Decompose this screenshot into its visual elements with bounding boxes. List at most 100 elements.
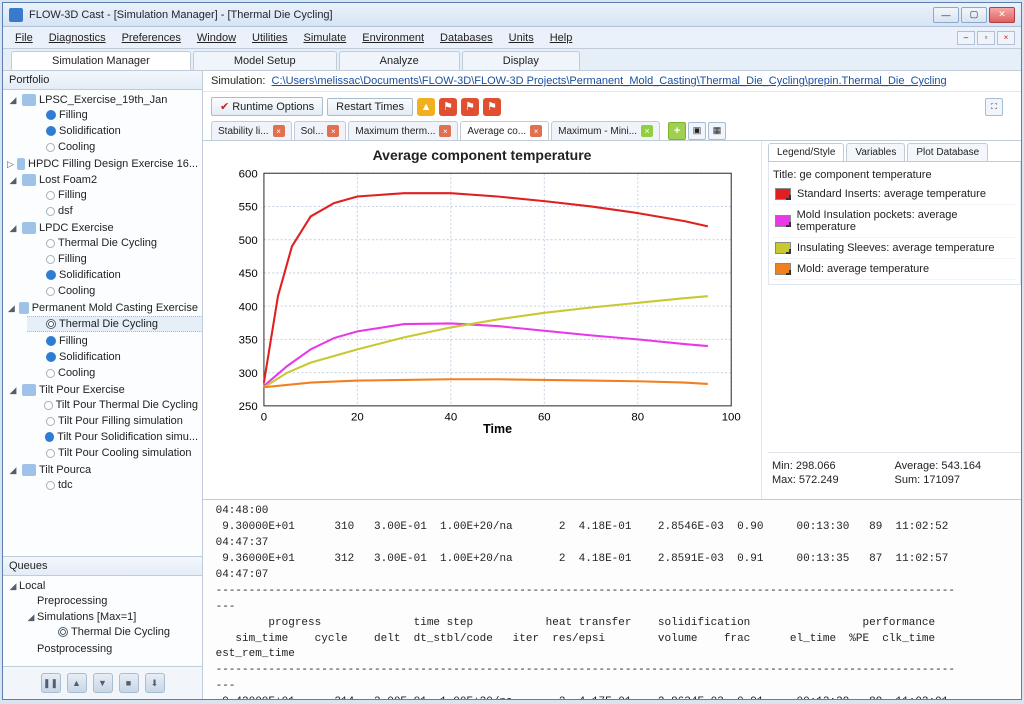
download-button[interactable]: ⬇: [145, 673, 165, 693]
menu-units[interactable]: Units: [501, 30, 542, 46]
tree-item[interactable]: Thermal Die Cycling: [27, 316, 202, 332]
svg-text:600: 600: [239, 168, 258, 180]
tree-item[interactable]: tdc: [27, 478, 202, 492]
tree-folder[interactable]: ◢Tilt Pour Exercise: [3, 383, 202, 397]
move-down-button[interactable]: ▼: [93, 673, 113, 693]
tree-folder[interactable]: ▷HPDC Filling Design Exercise 16...: [3, 157, 202, 171]
folder-icon: [22, 222, 36, 234]
tab-legend-style[interactable]: Legend/Style: [768, 143, 844, 161]
chart-tab-sol[interactable]: Sol...×: [294, 121, 347, 140]
queue-item[interactable]: Postprocessing: [21, 642, 202, 656]
mdi-close-button[interactable]: ×: [997, 31, 1015, 45]
legend-title-value: ge component temperature: [800, 169, 932, 181]
tab-plot-database[interactable]: Plot Database: [907, 143, 988, 161]
menu-diagnostics[interactable]: Diagnostics: [41, 30, 114, 46]
status-icon: [46, 319, 56, 329]
portfolio-tree[interactable]: ◢LPSC_Exercise_19th_JanFillingSolidifica…: [3, 90, 202, 556]
menu-environment[interactable]: Environment: [354, 30, 432, 46]
simulation-path-link[interactable]: C:\Users\melissac\Documents\FLOW-3D\FLOW…: [272, 75, 947, 87]
status-icon: [46, 191, 55, 200]
tree-item[interactable]: Thermal Die Cycling: [27, 236, 202, 250]
tree-item[interactable]: Tilt Pour Solidification simu...: [27, 430, 202, 444]
close-icon[interactable]: ×: [327, 125, 339, 137]
tree-folder[interactable]: ◢LPSC_Exercise_19th_Jan: [3, 93, 202, 107]
mdi-restore-button[interactable]: ▫: [977, 31, 995, 45]
chart-tab-stability[interactable]: Stability li...×: [211, 121, 292, 140]
menu-help[interactable]: Help: [542, 30, 581, 46]
svg-text:20: 20: [351, 411, 364, 423]
legend-item[interactable]: Mold: average temperature: [773, 259, 1016, 280]
menu-window[interactable]: Window: [189, 30, 244, 46]
output-console[interactable]: 04:48:00 9.30000E+01 310 3.00E-01 1.00E+…: [203, 499, 1021, 699]
tree-folder[interactable]: ◢Lost Foam2: [3, 173, 202, 187]
tab-simulation-manager[interactable]: Simulation Manager: [11, 51, 191, 70]
tree-item[interactable]: Solidification: [27, 124, 202, 138]
pause-button[interactable]: ❚❚: [41, 673, 61, 693]
maximize-button[interactable]: ▢: [961, 7, 987, 23]
tree-folder[interactable]: ◢Permanent Mold Casting Exercise: [3, 301, 202, 315]
tree-item[interactable]: Cooling: [27, 366, 202, 380]
menu-file[interactable]: File: [7, 30, 41, 46]
legend-item[interactable]: Mold Insulation pockets: average tempera…: [773, 205, 1016, 238]
queues-tree[interactable]: ◢LocalPreprocessing ◢Simulations [Max=1]T…: [3, 576, 202, 666]
flag-icon-1[interactable]: ⚑: [439, 98, 457, 116]
tab-variables[interactable]: Variables: [846, 143, 905, 161]
tree-item[interactable]: Tilt Pour Cooling simulation: [27, 446, 202, 460]
warning-icon[interactable]: ▲: [417, 98, 435, 116]
chart-tab-maxmin[interactable]: Maximum - Mini...×: [551, 121, 660, 140]
maximize-chart-button[interactable]: ⛶: [985, 98, 1003, 116]
manager-tabs: Simulation Manager Model Setup Analyze D…: [3, 49, 1021, 71]
add-chart-button[interactable]: +: [668, 122, 686, 140]
close-icon[interactable]: ×: [273, 125, 285, 137]
status-icon: [46, 255, 55, 264]
tree-item[interactable]: Cooling: [27, 140, 202, 154]
menu-databases[interactable]: Databases: [432, 30, 501, 46]
move-up-button[interactable]: ▲: [67, 673, 87, 693]
tree-item[interactable]: Solidification: [27, 350, 202, 364]
tab-display[interactable]: Display: [462, 51, 580, 70]
close-icon[interactable]: ×: [641, 125, 653, 137]
menu-preferences[interactable]: Preferences: [114, 30, 189, 46]
status-icon: [46, 369, 55, 378]
tree-item[interactable]: Solidification: [27, 268, 202, 282]
chart-title: Average component temperature: [209, 147, 755, 163]
target-icon: [58, 627, 68, 637]
svg-text:0: 0: [261, 411, 267, 423]
close-icon[interactable]: ×: [530, 125, 542, 137]
flag-icon-3[interactable]: ⚑: [483, 98, 501, 116]
restart-times-button[interactable]: Restart Times: [327, 98, 413, 116]
legend-item[interactable]: Standard Inserts: average temperature: [773, 184, 1016, 205]
tree-folder[interactable]: ◢LPDC Exercise: [3, 221, 202, 235]
queue-sim[interactable]: Thermal Die Cycling: [39, 625, 202, 639]
close-button[interactable]: ✕: [989, 7, 1015, 23]
tree-item[interactable]: Filling: [27, 334, 202, 348]
queue-root[interactable]: ◢Local: [3, 579, 202, 593]
chart-tab-maxtherm[interactable]: Maximum therm...×: [348, 121, 458, 140]
runtime-options-button[interactable]: ✔Runtime Options: [211, 97, 323, 116]
chart-tab-average[interactable]: Average co...×: [460, 121, 549, 140]
tree-item[interactable]: Tilt Pour Thermal Die Cycling: [27, 398, 202, 412]
legend-item[interactable]: Insulating Sleeves: average temperature: [773, 238, 1016, 259]
line-chart[interactable]: 020406080100250300350400450500550600Time: [209, 167, 755, 437]
tab-analyze[interactable]: Analyze: [339, 51, 460, 70]
layout-1-button[interactable]: ▣: [688, 122, 706, 140]
tree-folder[interactable]: ◢Tilt Pourca: [3, 463, 202, 477]
tree-item[interactable]: Tilt Pour Filling simulation: [27, 414, 202, 428]
tree-item[interactable]: Filling: [27, 108, 202, 122]
tab-model-setup[interactable]: Model Setup: [193, 51, 337, 70]
mdi-minimize-button[interactable]: –: [957, 31, 975, 45]
svg-text:550: 550: [239, 202, 258, 214]
queue-item[interactable]: ◢Simulations [Max=1]: [21, 610, 202, 624]
flag-icon-2[interactable]: ⚑: [461, 98, 479, 116]
layout-2-button[interactable]: ▦: [708, 122, 726, 140]
tree-item[interactable]: Cooling: [27, 284, 202, 298]
close-icon[interactable]: ×: [439, 125, 451, 137]
tree-item[interactable]: dsf: [27, 204, 202, 218]
tree-item[interactable]: Filling: [27, 252, 202, 266]
stop-button[interactable]: ■: [119, 673, 139, 693]
menu-utilities[interactable]: Utilities: [244, 30, 295, 46]
minimize-button[interactable]: —: [933, 7, 959, 23]
queue-item[interactable]: Preprocessing: [21, 594, 202, 608]
tree-item[interactable]: Filling: [27, 188, 202, 202]
menu-simulate[interactable]: Simulate: [295, 30, 354, 46]
